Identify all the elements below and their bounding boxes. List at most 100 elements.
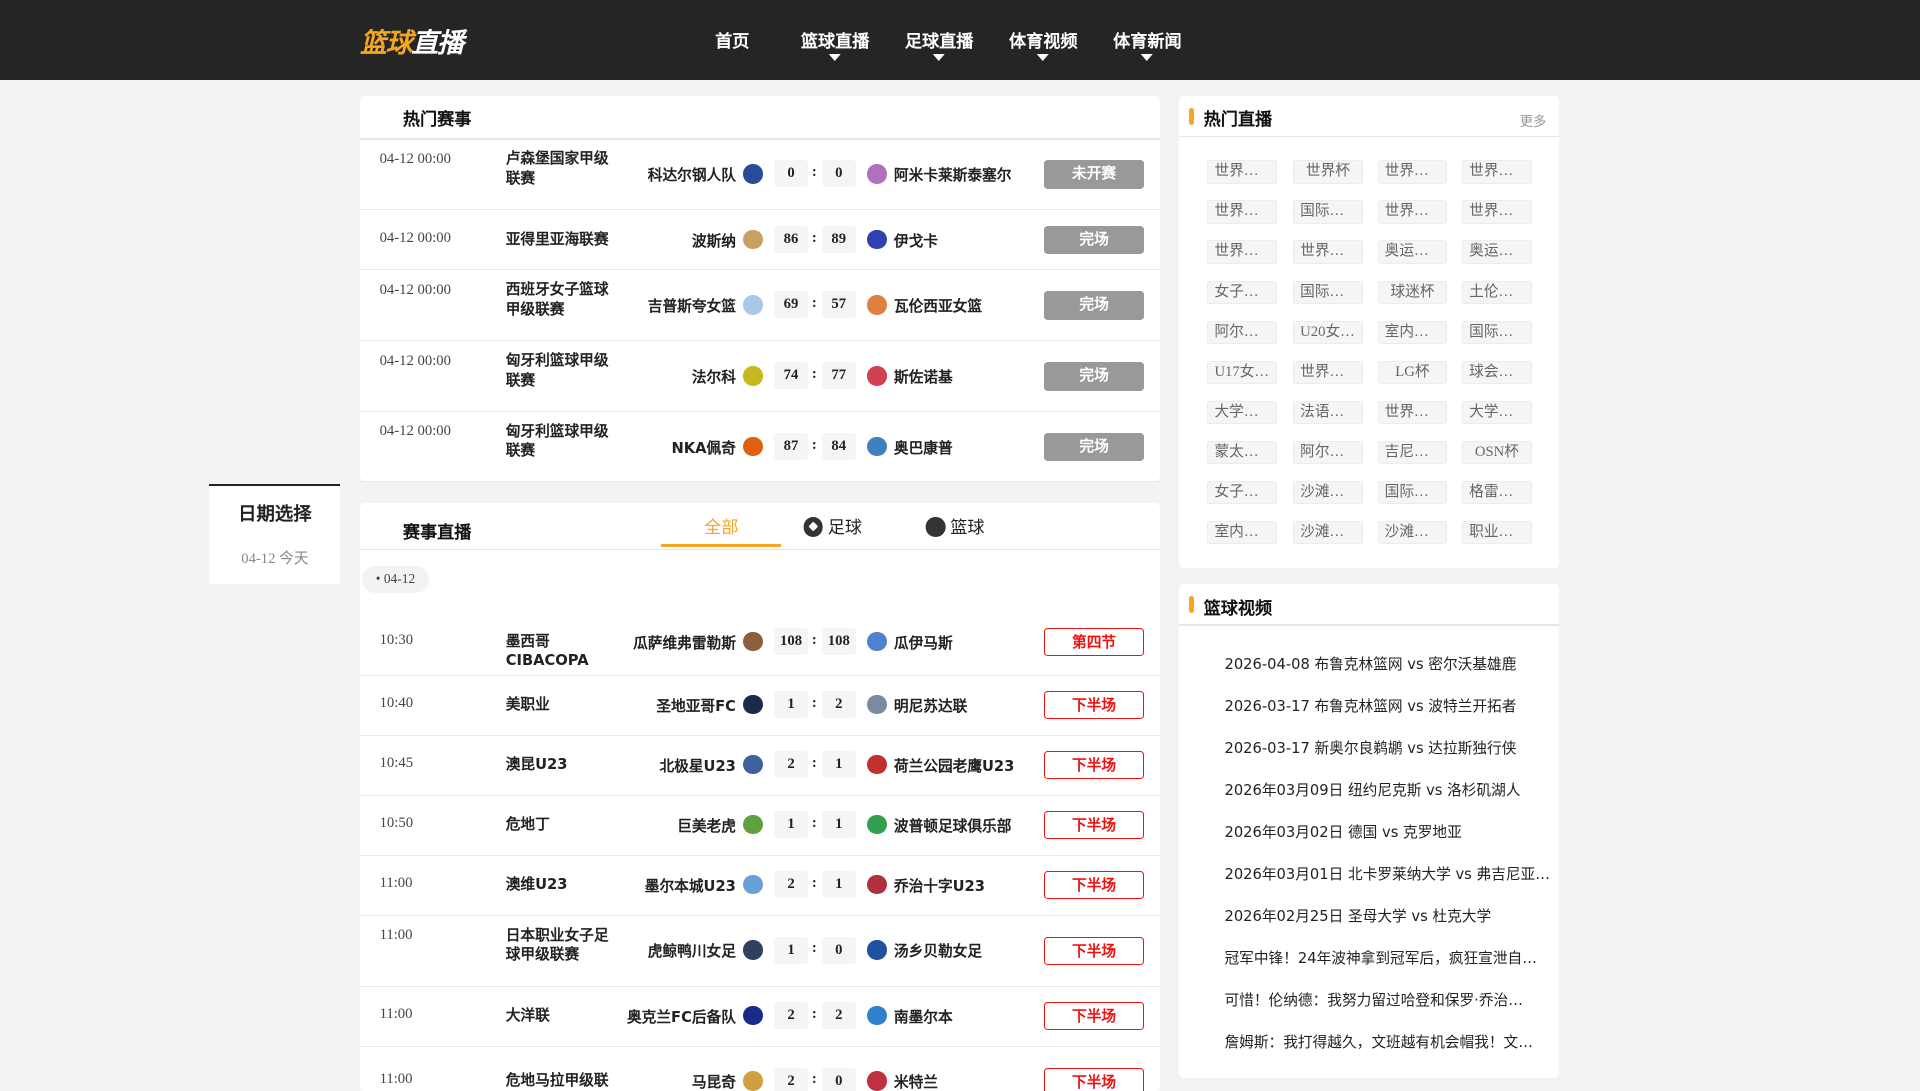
hot-live-tag[interactable]: 职业… [1462,520,1532,544]
hot-live-tag[interactable]: U17女… [1207,360,1278,384]
hot-live-tag[interactable]: 女子… [1207,280,1278,304]
video-link[interactable]: 詹姆斯：我打得越久，文班越有机会帽我！文… [1224,1031,1532,1052]
home-team[interactable]: 虎鲸鸭川女足 [648,940,736,961]
home-team[interactable]: NKA佩奇 [671,437,735,458]
league-name[interactable]: 卢森堡国家甲级联赛 [506,149,619,188]
hot-live-tag[interactable]: 沙滩… [1293,520,1363,544]
match-status-button[interactable]: 完场 [1044,225,1144,255]
match-status-button[interactable]: 下半场 [1044,1002,1144,1031]
home-team[interactable]: 北极星U23 [659,755,735,776]
league-name[interactable]: 危地马拉甲级联 [506,1071,619,1091]
away-team[interactable]: 米特兰 [894,1071,938,1091]
hot-live-tag[interactable]: 室内… [1207,520,1278,544]
away-team[interactable]: 伊戈卡 [894,230,938,251]
league-name[interactable]: 匈牙利篮球甲级联赛 [506,351,619,390]
home-team[interactable]: 圣地亚哥FC [656,695,736,716]
hot-live-tag[interactable]: 格雷… [1462,480,1532,504]
match-status-button[interactable]: 完场 [1044,291,1144,320]
home-team[interactable]: 墨尔本城U23 [645,875,736,896]
away-team[interactable]: 荷兰公园老鹰U23 [894,755,1015,776]
video-link[interactable]: 可惜！伦纳德：我努力留过哈登和保罗·乔治… [1224,989,1522,1010]
nav-item[interactable]: 足球直播 [905,27,973,61]
away-team[interactable]: 汤乡贝勒女足 [894,940,982,961]
away-team[interactable]: 明尼苏达联 [894,695,967,716]
match-status-button[interactable]: 下半场 [1044,691,1144,720]
league-name[interactable]: 亚得里亚海联赛 [506,230,619,250]
video-link[interactable]: 2026年03月02日 德国 vs 克罗地亚 [1224,821,1461,842]
home-team[interactable]: 马昆奇 [692,1071,736,1091]
hot-live-tag[interactable]: 吉尼… [1377,440,1448,464]
hot-live-tag[interactable]: 世界… [1293,360,1363,384]
hot-live-tag[interactable]: 国际… [1462,320,1532,344]
league-name[interactable]: 匈牙利篮球甲级联赛 [506,422,619,461]
home-team[interactable]: 吉普斯夸女篮 [648,295,736,316]
hot-live-tag[interactable]: 奥运… [1462,240,1532,264]
nav-item[interactable]: 体育新闻 [1113,27,1182,61]
hot-live-tag[interactable]: 世界… [1207,200,1278,224]
match-status-button[interactable]: 未开赛 [1044,160,1144,189]
match-status-button[interactable]: 完场 [1044,432,1144,461]
home-team[interactable]: 科达尔钢人队 [648,164,736,185]
video-link[interactable]: 2026-03-17 布鲁克林篮网 vs 波特兰开拓者 [1224,695,1516,716]
hot-live-tag[interactable]: 女子… [1207,480,1278,504]
video-link[interactable]: 2026年03月09日 纽约尼克斯 vs 洛杉矶湖人 [1224,779,1520,800]
hot-live-tag[interactable]: 大学… [1207,400,1278,424]
league-name[interactable]: 西班牙女子篮球甲级联赛 [506,280,619,319]
hot-live-tag[interactable]: LG杯 [1377,360,1448,384]
league-name[interactable]: 大洋联 [506,1006,619,1026]
hot-live-tag[interactable]: OSN杯 [1462,440,1532,464]
away-team[interactable]: 乔治十字U23 [894,875,985,896]
home-team[interactable]: 瓜萨维弗雷勒斯 [633,632,736,653]
video-link[interactable]: 2026年02月25日 圣母大学 vs 杜克大学 [1224,905,1491,926]
tab-soccer[interactable]: 足球 [803,513,862,538]
home-team[interactable]: 法尔科 [692,366,736,387]
away-team[interactable]: 斯佐诺基 [894,366,953,387]
nav-item[interactable]: 篮球直播 [801,27,869,61]
hot-live-tag[interactable]: 国际… [1293,280,1363,304]
away-team[interactable]: 波普顿足球俱乐部 [894,815,1012,836]
hot-live-tag[interactable]: 阿尔… [1207,320,1278,344]
hot-live-tag[interactable]: 沙滩… [1293,480,1363,504]
hot-live-tag[interactable]: 大学… [1462,400,1532,424]
hot-live-tag[interactable]: 世界… [1377,160,1448,184]
hot-live-tag[interactable]: 奥运… [1377,240,1448,264]
league-name[interactable]: 澳维U23 [506,875,619,895]
hot-live-tag[interactable]: 沙滩… [1377,520,1448,544]
nav-item[interactable]: 体育视频 [1009,27,1078,61]
hot-live-tag[interactable]: 世界… [1377,200,1448,224]
hot-live-tag[interactable]: 国际… [1293,200,1363,224]
away-team[interactable]: 奥巴康普 [894,437,953,458]
tab-all[interactable]: 全部 [704,513,738,538]
home-team[interactable]: 巨美老虎 [677,815,736,836]
match-status-button[interactable]: 下半场 [1044,811,1144,840]
video-link[interactable]: 2026-04-08 布鲁克林篮网 vs 密尔沃基雄鹿 [1224,653,1516,674]
video-link[interactable]: 2026年03月01日 北卡罗莱纳大学 vs 弗吉尼亚… [1224,863,1549,884]
site-logo[interactable]: 篮球直播 [360,21,464,60]
video-link[interactable]: 2026-03-17 新奥尔良鹈鹕 vs 达拉斯独行侠 [1224,737,1516,758]
away-team[interactable]: 南墨尔本 [894,1006,953,1027]
league-name[interactable]: 日本职业女子足球甲级联赛 [506,926,619,965]
hot-live-tag[interactable]: U20女… [1293,320,1363,344]
hot-live-tag[interactable]: 土伦… [1462,280,1532,304]
match-status-button[interactable]: 下半场 [1044,1067,1144,1091]
hot-live-tag[interactable]: 世界… [1293,240,1363,264]
match-status-button[interactable]: 完场 [1044,362,1144,391]
hot-live-tag[interactable]: 蒙太… [1207,440,1278,464]
hot-live-tag[interactable]: 球会… [1462,360,1532,384]
hot-live-tag[interactable]: 世界… [1207,160,1278,184]
league-name[interactable]: 墨西哥CIBACOPA [506,632,619,671]
match-status-button[interactable]: 第四节 [1044,628,1144,657]
hot-live-tag[interactable]: 室内… [1377,320,1448,344]
hot-live-tag[interactable]: 阿尔… [1293,440,1363,464]
hot-live-tag[interactable]: 世界… [1462,160,1532,184]
home-team[interactable]: 波斯纳 [692,230,736,251]
hot-live-tag[interactable]: 世界… [1377,400,1448,424]
video-link[interactable]: 冠军中锋！24年波神拿到冠军后，疯狂宣泄自… [1224,947,1536,968]
league-name[interactable]: 美职业 [506,695,619,715]
hot-live-tag[interactable]: 世界… [1207,240,1278,264]
hot-live-tag[interactable]: 法语… [1293,400,1363,424]
hot-live-tag[interactable]: 世界… [1462,200,1532,224]
date-today[interactable]: 04-12 今天 [209,547,340,568]
tab-basketball[interactable]: 篮球 [925,513,984,538]
home-team[interactable]: 奥克兰FC后备队 [627,1006,736,1027]
